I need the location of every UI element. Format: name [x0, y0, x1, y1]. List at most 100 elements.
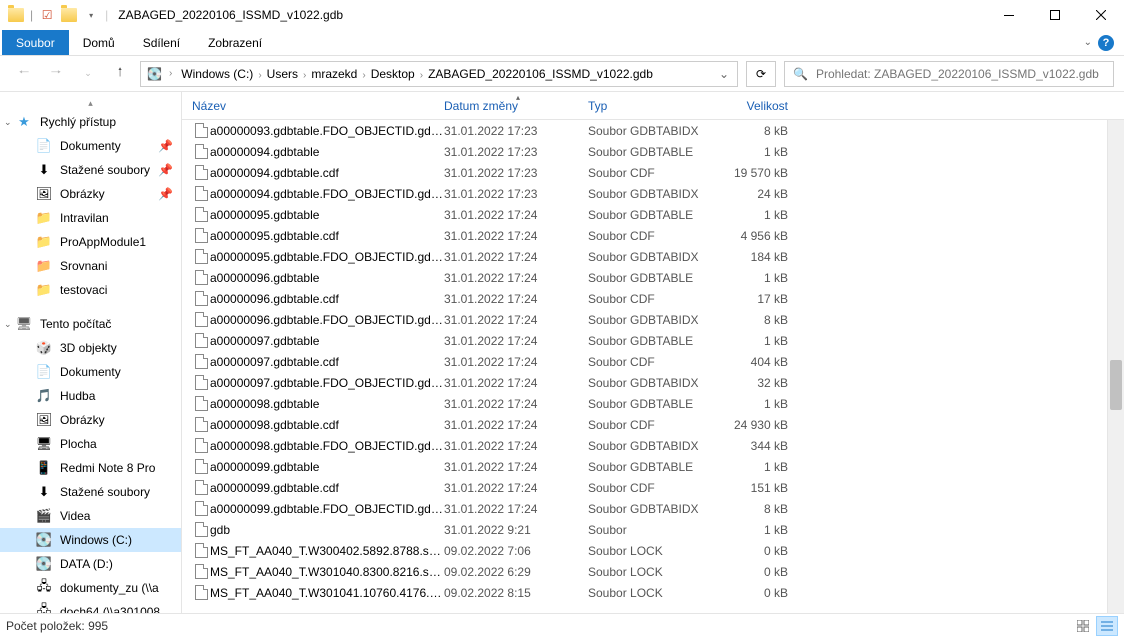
file-row[interactable]: a00000093.gdbtable.FDO_OBJECTID.gdbt...3…	[182, 120, 1124, 141]
file-row[interactable]: MS_FT_AA040_T.W301040.8300.8216.sr.lock0…	[182, 561, 1124, 582]
sidebar-item[interactable]: ⬇Stažené soubory📌	[0, 158, 181, 182]
scrollbar-thumb[interactable]	[1110, 360, 1122, 410]
breadcrumb-segment[interactable]: Desktop	[369, 67, 417, 81]
file-icon	[192, 501, 210, 516]
file-row[interactable]: a00000098.gdbtable31.01.2022 17:24Soubor…	[182, 393, 1124, 414]
sidebar-item[interactable]: 💽DATA (D:)	[0, 552, 181, 576]
sidebar-scroll-up[interactable]: ▴	[0, 98, 181, 110]
sidebar-item[interactable]: 🖼Obrázky📌	[0, 182, 181, 206]
file-row[interactable]: a00000097.gdbtable.cdf31.01.2022 17:24So…	[182, 351, 1124, 372]
sidebar-this-pc[interactable]: ⌄ 🖥 Tento počítač	[0, 312, 181, 336]
chevron-down-icon[interactable]: ⌄	[4, 319, 12, 330]
view-thumbnails-button[interactable]	[1072, 616, 1094, 636]
scrollbar[interactable]	[1107, 120, 1124, 613]
file-row[interactable]: a00000096.gdbtable.FDO_OBJECTID.gdbt...3…	[182, 309, 1124, 330]
file-row[interactable]: a00000099.gdbtable.cdf31.01.2022 17:24So…	[182, 477, 1124, 498]
sidebar-item-label: Stažené soubory	[60, 485, 150, 499]
ribbon-tab-zobrazení[interactable]: Zobrazení	[194, 30, 276, 55]
file-icon	[192, 165, 210, 180]
drive-icon: 💽	[147, 67, 162, 81]
close-button[interactable]	[1078, 0, 1124, 30]
refresh-button[interactable]: ⟳	[746, 61, 776, 87]
sidebar-item[interactable]: 📁testovaci	[0, 278, 181, 302]
file-row[interactable]: a00000098.gdbtable.FDO_OBJECTID.gdbt...3…	[182, 435, 1124, 456]
breadcrumb-segment[interactable]: mrazekd	[309, 67, 359, 81]
file-row[interactable]: a00000097.gdbtable.FDO_OBJECTID.gdbt...3…	[182, 372, 1124, 393]
file-type: Soubor GDBTABLE	[588, 460, 722, 474]
breadcrumb-segment[interactable]: ZABAGED_20220106_ISSMD_v1022.gdb	[426, 67, 655, 81]
file-row[interactable]: a00000099.gdbtable31.01.2022 17:24Soubor…	[182, 456, 1124, 477]
breadcrumb[interactable]: 💽 › Windows (C:)›Users›mrazekd›Desktop›Z…	[140, 61, 738, 87]
sidebar-item[interactable]: 📁Srovnani	[0, 254, 181, 278]
maximize-button[interactable]	[1032, 0, 1078, 30]
file-row[interactable]: a00000099.gdbtable.FDO_OBJECTID.gdbt...3…	[182, 498, 1124, 519]
pin-icon: 📌	[158, 187, 173, 201]
ribbon-tab-domů[interactable]: Domů	[69, 30, 129, 55]
chevron-right-icon[interactable]: ›	[359, 70, 368, 81]
chevron-right-icon[interactable]: ›	[255, 70, 264, 81]
file-name: a00000098.gdbtable.FDO_OBJECTID.gdbt...	[210, 439, 444, 453]
file-date: 31.01.2022 17:24	[444, 397, 588, 411]
sidebar-item[interactable]: 📁ProAppModule1	[0, 230, 181, 254]
file-row[interactable]: a00000094.gdbtable.cdf31.01.2022 17:23So…	[182, 162, 1124, 183]
search-input[interactable]: 🔍	[784, 61, 1114, 87]
file-row[interactable]: a00000095.gdbtable.FDO_OBJECTID.gdbt...3…	[182, 246, 1124, 267]
chevron-down-icon[interactable]: ⌄	[4, 117, 12, 128]
checkbox-icon[interactable]: ☑	[39, 7, 55, 23]
help-icon[interactable]: ?	[1098, 35, 1114, 51]
file-row[interactable]: a00000094.gdbtable.FDO_OBJECTID.gdbt...3…	[182, 183, 1124, 204]
chevron-right-icon[interactable]: ›	[300, 70, 309, 81]
sidebar-item[interactable]: ⬇Stažené soubory	[0, 480, 181, 504]
col-type[interactable]: Typ	[588, 99, 722, 113]
pic-icon: 🖼	[36, 186, 52, 202]
sidebar-item[interactable]: 📱Redmi Note 8 Pro	[0, 456, 181, 480]
sidebar-item[interactable]: 🖧doch64 (\\a301008	[0, 600, 181, 613]
chevron-right-icon[interactable]: ›	[417, 70, 426, 81]
ribbon-expand-icon[interactable]: ⌄	[1084, 37, 1092, 48]
sidebar-item[interactable]: 🎬Videa	[0, 504, 181, 528]
view-details-button[interactable]	[1096, 616, 1118, 636]
file-row[interactable]: a00000098.gdbtable.cdf31.01.2022 17:24So…	[182, 414, 1124, 435]
sidebar-item[interactable]: 📄Dokumenty	[0, 360, 181, 384]
sidebar-item[interactable]: 🖥Plocha	[0, 432, 181, 456]
file-row[interactable]: a00000096.gdbtable.cdf31.01.2022 17:24So…	[182, 288, 1124, 309]
file-row[interactable]: MS_FT_AA040_T.W300402.5892.8788.sr.lock0…	[182, 540, 1124, 561]
sidebar-item[interactable]: 💽Windows (C:)	[0, 528, 181, 552]
sidebar-item-label: 3D objekty	[60, 341, 117, 355]
sidebar-item[interactable]: 🎵Hudba	[0, 384, 181, 408]
search-field[interactable]	[816, 67, 1105, 81]
file-list[interactable]: a00000093.gdbtable.FDO_OBJECTID.gdbt...3…	[182, 120, 1124, 613]
ribbon-tab-soubor[interactable]: Soubor	[2, 30, 69, 55]
file-type: Soubor LOCK	[588, 544, 722, 558]
breadcrumb-segment[interactable]: Windows (C:)	[179, 67, 255, 81]
file-row[interactable]: a00000097.gdbtable31.01.2022 17:24Soubor…	[182, 330, 1124, 351]
sidebar-item[interactable]: 🖼Obrázky	[0, 408, 181, 432]
file-row[interactable]: a00000095.gdbtable.cdf31.01.2022 17:24So…	[182, 225, 1124, 246]
file-row[interactable]: a00000094.gdbtable31.01.2022 17:23Soubor…	[182, 141, 1124, 162]
back-button[interactable]: 🠐	[12, 62, 36, 86]
minimize-button[interactable]	[986, 0, 1032, 30]
address-dropdown-icon[interactable]: ⌄	[713, 67, 735, 81]
phone-icon: 📱	[36, 460, 52, 476]
sidebar-quick-access[interactable]: ⌄ ★ Rychlý přístup	[0, 110, 181, 134]
qat-dropdown-icon[interactable]: ▾	[83, 7, 99, 23]
col-name[interactable]: Název	[192, 99, 444, 113]
sidebar-item[interactable]: 📄Dokumenty📌	[0, 134, 181, 158]
file-date: 31.01.2022 17:24	[444, 313, 588, 327]
file-row[interactable]: MS_FT_AA040_T.W301041.10760.4176.sr.l...…	[182, 582, 1124, 603]
sidebar-item[interactable]: 🎲3D objekty	[0, 336, 181, 360]
up-button[interactable]: 🠑	[108, 62, 132, 86]
col-size[interactable]: Velikost	[722, 99, 802, 113]
column-headers[interactable]: Název Datum změny Typ Velikost	[182, 92, 1124, 120]
ribbon-tab-sdílení[interactable]: Sdílení	[129, 30, 194, 55]
recent-dropdown-icon[interactable]: ⌄	[76, 62, 100, 86]
file-row[interactable]: a00000096.gdbtable31.01.2022 17:24Soubor…	[182, 267, 1124, 288]
file-row[interactable]: a00000095.gdbtable31.01.2022 17:24Soubor…	[182, 204, 1124, 225]
file-icon	[192, 480, 210, 495]
sidebar-item[interactable]: 📁Intravilan	[0, 206, 181, 230]
chevron-right-icon[interactable]: ›	[166, 68, 175, 79]
file-row[interactable]: gdb31.01.2022 9:21Soubor1 kB	[182, 519, 1124, 540]
sidebar-item[interactable]: 🖧dokumenty_zu (\\a	[0, 576, 181, 600]
forward-button[interactable]: 🠒	[44, 62, 68, 86]
breadcrumb-segment[interactable]: Users	[265, 67, 300, 81]
